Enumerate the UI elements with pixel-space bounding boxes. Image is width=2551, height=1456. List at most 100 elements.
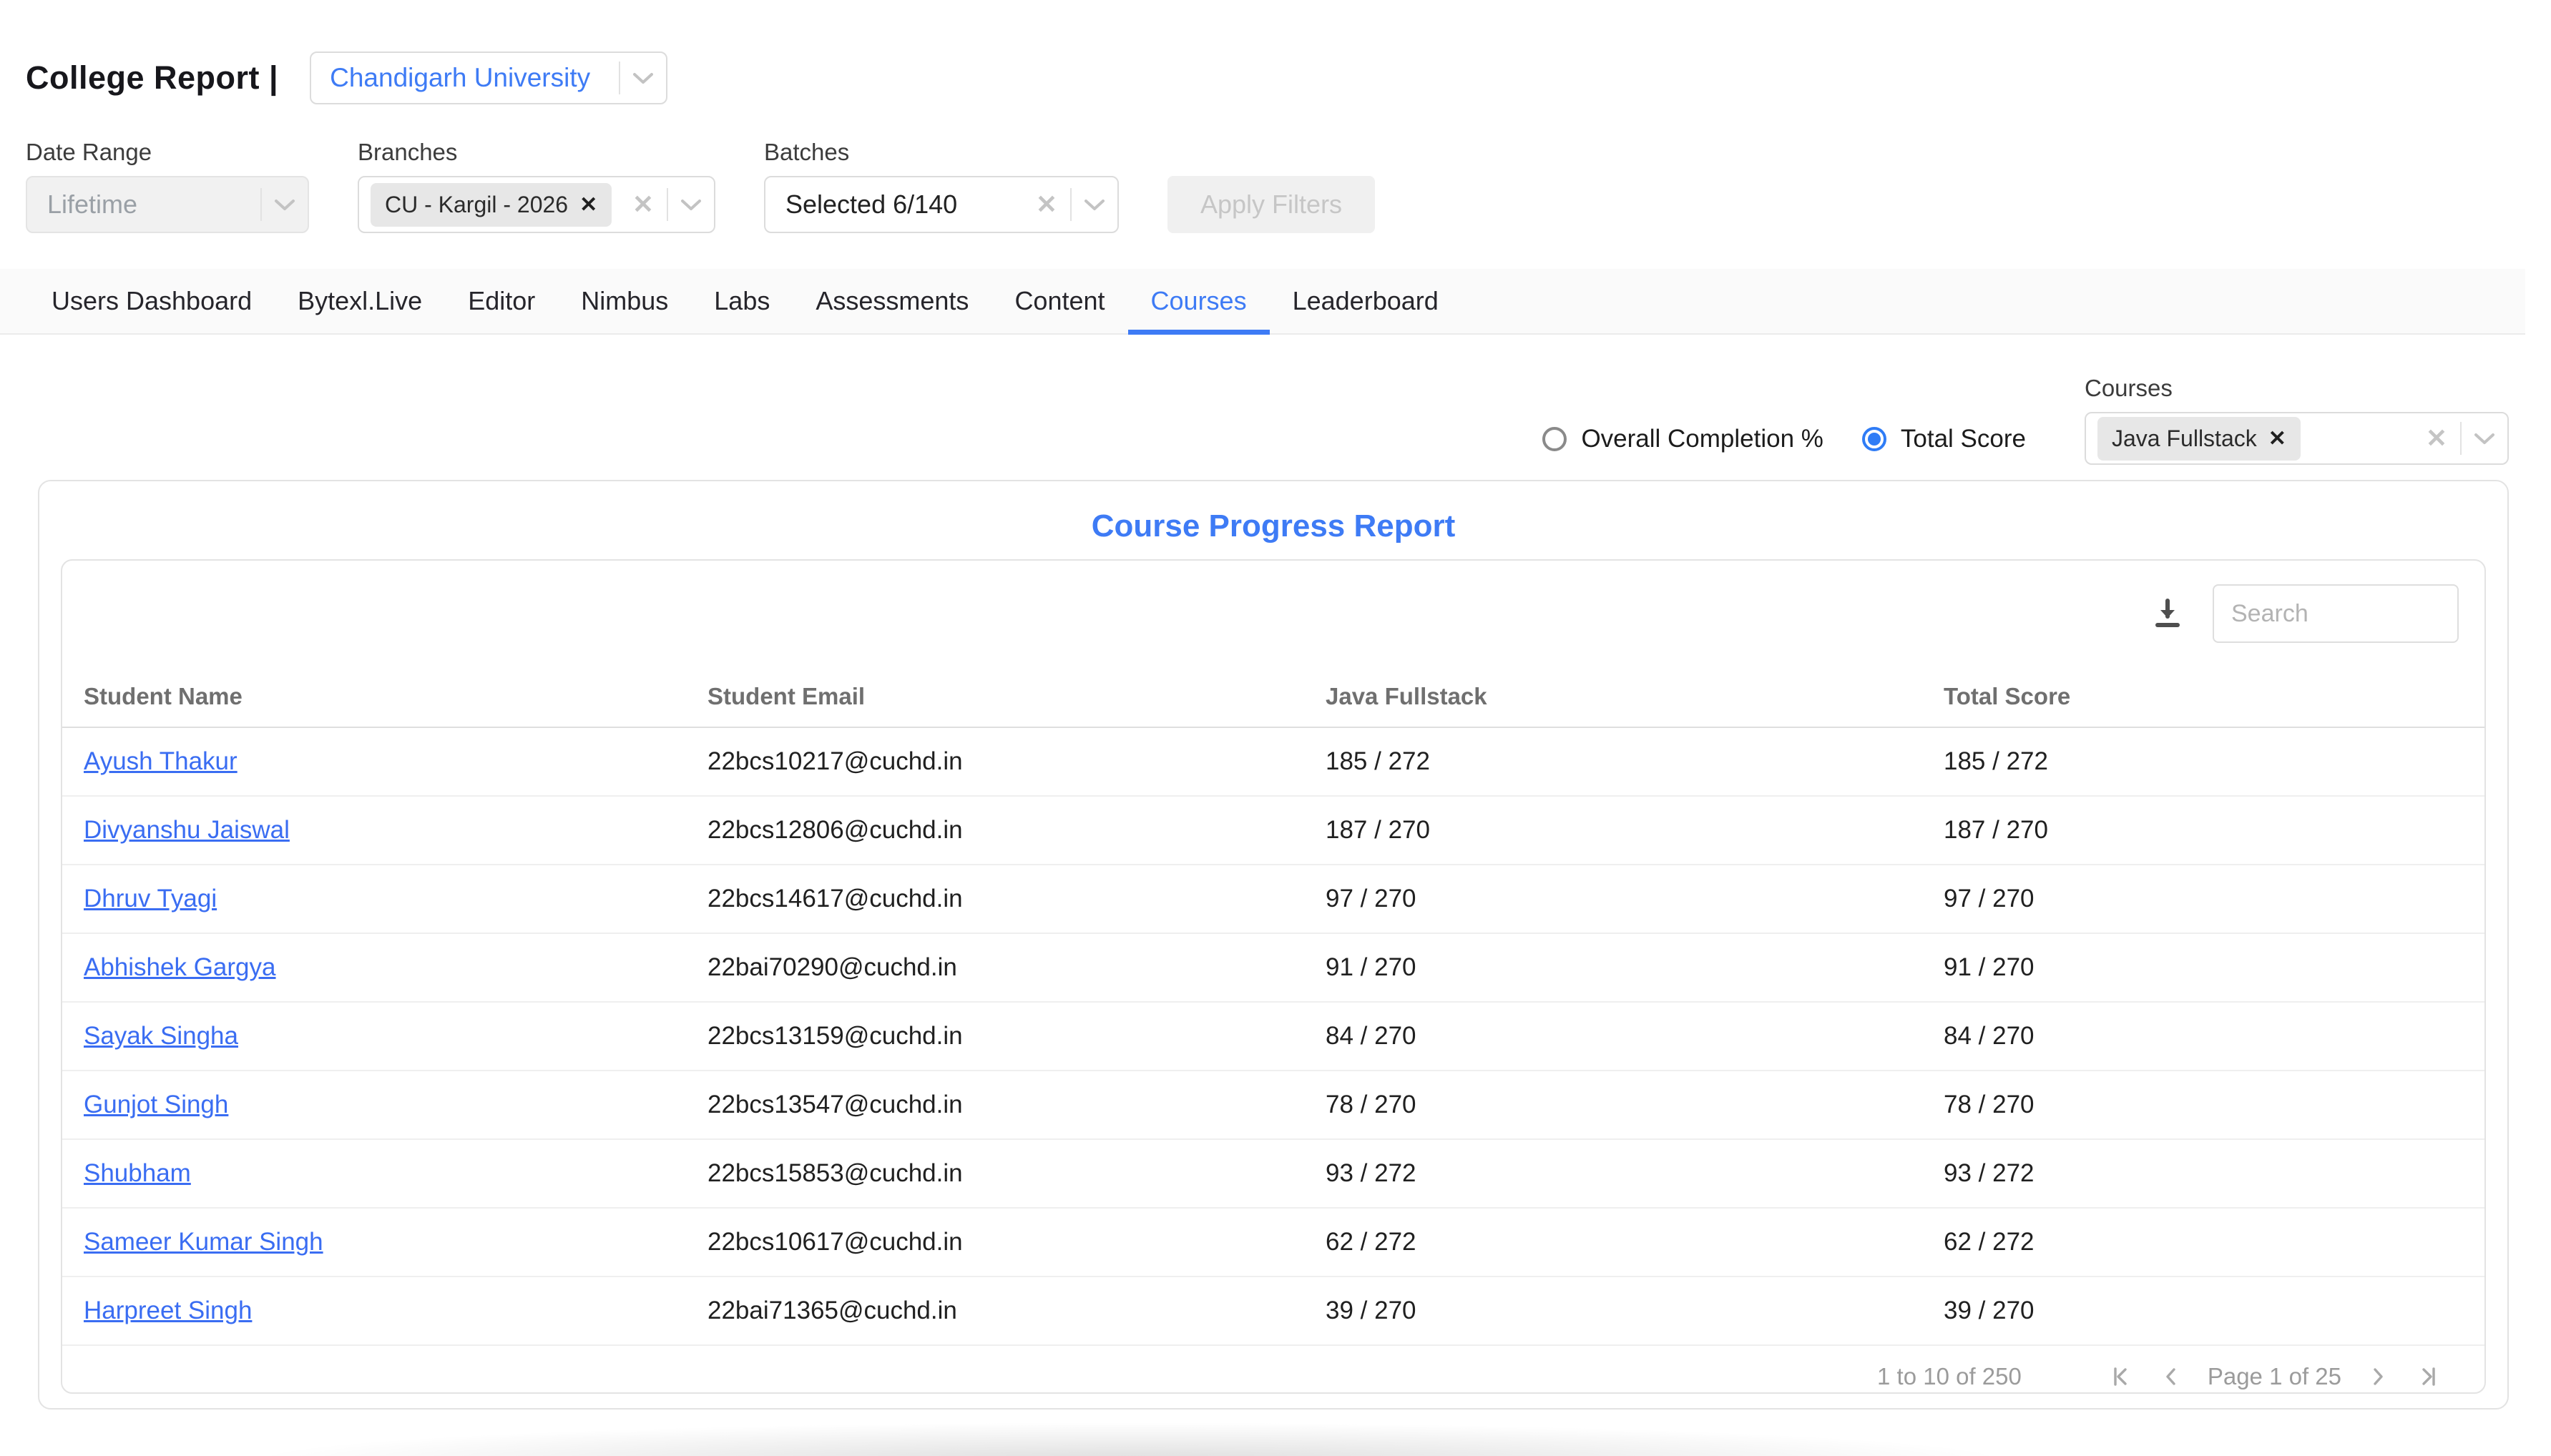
table-row: Sameer Kumar Singh 22bcs10617@cuchd.in 6… [62, 1209, 2484, 1277]
tab-assessments[interactable]: Assessments [793, 269, 991, 333]
tab-labs[interactable]: Labs [691, 269, 793, 333]
university-select-value: Chandigarh University [330, 63, 590, 93]
last-page-button[interactable] [2403, 1366, 2453, 1387]
student-email: 22bcs13547@cuchd.in [696, 1091, 1314, 1119]
date-range-value: Lifetime [27, 190, 137, 220]
chip-remove-icon[interactable]: ✕ [579, 192, 597, 217]
table-row: Dhruv Tyagi 22bcs14617@cuchd.in 97 / 270… [62, 865, 2484, 934]
pagination: 1 to 10 of 250 Page 1 of 25 [62, 1346, 2484, 1394]
chevron-down-icon[interactable] [668, 198, 714, 211]
table-row: Shubham 22bcs15853@cuchd.in 93 / 272 93 … [62, 1140, 2484, 1209]
column-total-score: Total Score [1932, 683, 2484, 710]
page-title: College Report | [26, 59, 278, 97]
table-row: Sayak Singha 22bcs13159@cuchd.in 84 / 27… [62, 1003, 2484, 1071]
tab-courses[interactable]: Courses [1128, 269, 1270, 333]
tab-users-dashboard[interactable]: Users Dashboard [29, 269, 275, 333]
student-email: 22bcs10617@cuchd.in [696, 1228, 1314, 1256]
total-score: 84 / 270 [1932, 1022, 2484, 1051]
branches-select[interactable]: CU - Kargil - 2026 ✕ ✕ [358, 176, 715, 233]
tab-bytexl-live[interactable]: Bytexl.Live [275, 269, 445, 333]
table-row: Divyanshu Jaiswal 22bcs12806@cuchd.in 18… [62, 797, 2484, 865]
download-icon [2151, 596, 2184, 631]
tab-content[interactable]: Content [991, 269, 1127, 333]
radio-total-score[interactable]: Total Score [1862, 425, 2026, 453]
radio-icon [1542, 427, 1567, 451]
clear-icon[interactable]: ✕ [1023, 190, 1070, 220]
java-fullstack-score: 97 / 270 [1314, 885, 1932, 913]
student-email: 22bcs14617@cuchd.in [696, 885, 1314, 913]
table-row: Gunjot Singh 22bcs13547@cuchd.in 78 / 27… [62, 1071, 2484, 1140]
total-score: 78 / 270 [1932, 1091, 2484, 1119]
chevron-down-icon[interactable] [620, 72, 666, 84]
university-select[interactable]: Chandigarh University [310, 51, 667, 104]
tab-nimbus[interactable]: Nimbus [558, 269, 691, 333]
table-row: Harpreet Singh 22bai71365@cuchd.in 39 / … [62, 1277, 2484, 1346]
clear-icon[interactable]: ✕ [620, 190, 667, 220]
chevron-down-icon[interactable] [2462, 432, 2507, 445]
previous-page-button[interactable] [2146, 1366, 2196, 1387]
courses-select[interactable]: Java Fullstack ✕ ✕ [2085, 412, 2509, 465]
search-input[interactable] [2213, 584, 2459, 643]
student-name-link[interactable]: Ayush Thakur [84, 747, 238, 775]
date-range-select[interactable]: Lifetime [26, 176, 309, 233]
java-fullstack-score: 91 / 270 [1314, 953, 1932, 982]
java-fullstack-score: 93 / 272 [1314, 1159, 1932, 1188]
table-row: Abhishek Gargya 22bai70290@cuchd.in 91 /… [62, 934, 2484, 1003]
chevron-down-icon[interactable] [262, 198, 308, 211]
radio-icon [1862, 427, 1886, 451]
courses-label: Courses [2085, 375, 2509, 402]
clear-icon[interactable]: ✕ [2413, 423, 2460, 453]
next-page-button[interactable] [2353, 1366, 2403, 1387]
metric-radio-group: Overall Completion % Total Score [1542, 425, 2026, 453]
download-button[interactable] [2151, 596, 2184, 631]
date-range-label: Date Range [26, 139, 309, 166]
student-email: 22bai70290@cuchd.in [696, 953, 1314, 982]
table-toolbar [62, 561, 2484, 666]
chip-remove-icon[interactable]: ✕ [2268, 426, 2286, 451]
student-name-link[interactable]: Harpreet Singh [84, 1297, 252, 1324]
total-score: 93 / 272 [1932, 1159, 2484, 1188]
total-score: 185 / 272 [1932, 747, 2484, 776]
course-chip: Java Fullstack ✕ [2097, 417, 2301, 461]
student-name-link[interactable]: Dhruv Tyagi [84, 885, 217, 913]
total-score: 97 / 270 [1932, 885, 2484, 913]
java-fullstack-score: 185 / 272 [1314, 747, 1932, 776]
student-email: 22bcs15853@cuchd.in [696, 1159, 1314, 1188]
branches-label: Branches [358, 139, 715, 166]
first-page-button[interactable] [2096, 1366, 2146, 1387]
pagination-page: Page 1 of 25 [2208, 1363, 2341, 1390]
student-name-link[interactable]: Sayak Singha [84, 1022, 238, 1050]
table-row: Ayush Thakur 22bcs10217@cuchd.in 185 / 2… [62, 728, 2484, 797]
total-score: 91 / 270 [1932, 953, 2484, 982]
java-fullstack-score: 187 / 270 [1314, 816, 1932, 845]
total-score: 39 / 270 [1932, 1297, 2484, 1325]
java-fullstack-score: 84 / 270 [1314, 1022, 1932, 1051]
report-title: Course Progress Report [39, 481, 2507, 544]
student-name-link[interactable]: Shubham [84, 1159, 191, 1187]
report-card: Course Progress Report Student Name [38, 480, 2509, 1410]
table-card: Student Name Student Email Java Fullstac… [61, 559, 2486, 1394]
pagination-range: 1 to 10 of 250 [1877, 1363, 2022, 1390]
student-name-link[interactable]: Divyanshu Jaiswal [84, 816, 290, 844]
student-name-link[interactable]: Sameer Kumar Singh [84, 1228, 323, 1256]
radio-overall-completion[interactable]: Overall Completion % [1542, 425, 1823, 453]
table-body: Ayush Thakur 22bcs10217@cuchd.in 185 / 2… [62, 728, 2484, 1346]
filters-row: Date Range Lifetime Branches CU - Kargil… [0, 104, 2551, 233]
batches-label: Batches [764, 139, 1119, 166]
java-fullstack-score: 39 / 270 [1314, 1297, 1932, 1325]
tab-editor[interactable]: Editor [445, 269, 558, 333]
view-options-row: Overall Completion % Total Score Courses… [0, 375, 2551, 465]
java-fullstack-score: 78 / 270 [1314, 1091, 1932, 1119]
tab-bar: Users DashboardBytexl.LiveEditorNimbusLa… [0, 269, 2525, 335]
student-name-link[interactable]: Gunjot Singh [84, 1091, 228, 1118]
apply-filters-button[interactable]: Apply Filters [1167, 176, 1375, 233]
batches-select[interactable]: Selected 6/140 ✕ [764, 176, 1119, 233]
branch-chip: CU - Kargil - 2026 ✕ [371, 183, 612, 227]
chevron-down-icon[interactable] [1072, 198, 1117, 211]
student-name-link[interactable]: Abhishek Gargya [84, 953, 275, 981]
tab-leaderboard[interactable]: Leaderboard [1270, 269, 1461, 333]
header: College Report | Chandigarh University [0, 0, 2551, 104]
total-score: 62 / 272 [1932, 1228, 2484, 1256]
table-header: Student Name Student Email Java Fullstac… [62, 666, 2484, 728]
student-email: 22bcs10217@cuchd.in [696, 747, 1314, 776]
